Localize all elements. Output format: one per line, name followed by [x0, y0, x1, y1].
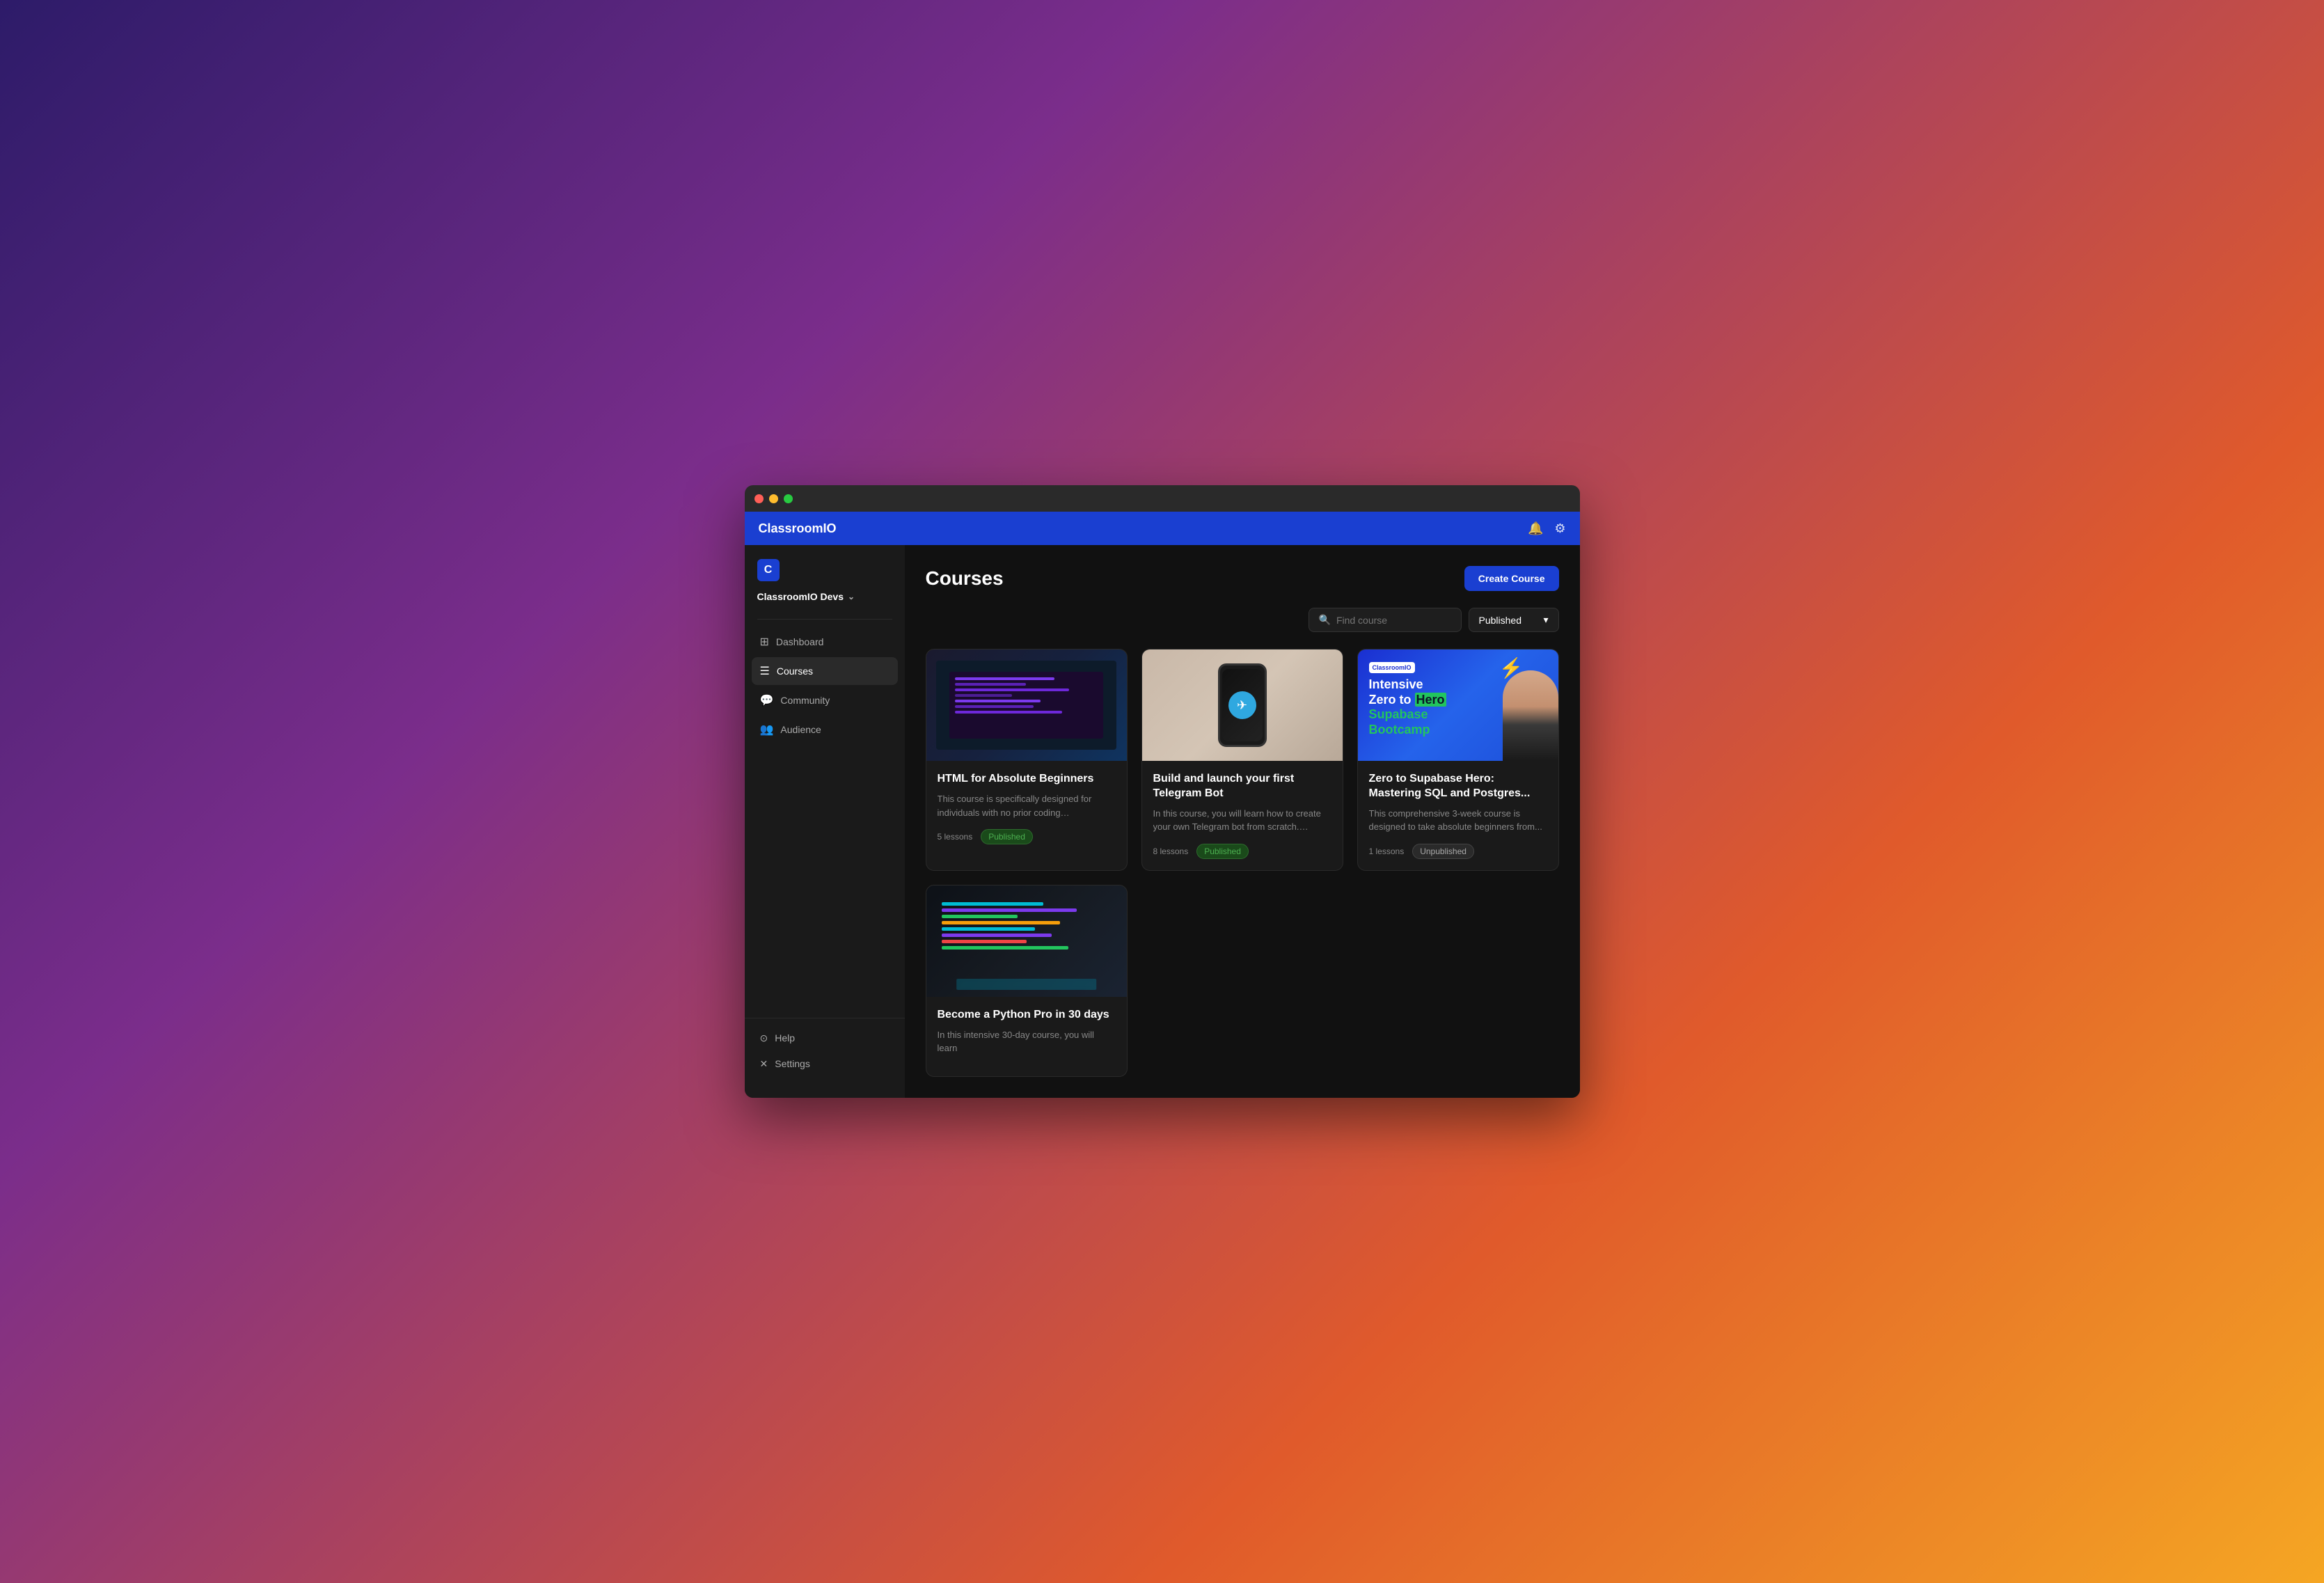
lessons-count: 8 lessons	[1153, 846, 1189, 856]
person-silhouette	[1503, 670, 1558, 761]
search-icon: 🔍	[1319, 614, 1331, 626]
search-input[interactable]	[1336, 615, 1451, 626]
page-header: Courses Create Course	[926, 566, 1559, 591]
notification-icon[interactable]: 🔔	[1528, 521, 1543, 536]
sidebar-brand: C	[745, 545, 905, 588]
main-content: Courses Create Course 🔍 Published ▾	[905, 545, 1580, 1097]
search-row: 🔍 Published ▾	[926, 608, 1559, 632]
course-meta: 8 lessons Published	[1153, 844, 1331, 859]
status-badge: Unpublished	[1412, 844, 1474, 859]
course-card-supabase[interactable]: ClassroomIO IntensiveZero to Hero Supaba…	[1357, 649, 1559, 871]
sidebar: C ClassroomIO Devs ⌄ ⊞ Dashboard ☰ Cours…	[745, 545, 905, 1097]
chevron-down-icon: ▾	[1543, 614, 1548, 626]
courses-grid: HTML for Absolute Beginners This course …	[926, 649, 1559, 1076]
glasses-reflection	[956, 979, 1097, 990]
course-title: HTML for Absolute Beginners	[938, 772, 1116, 787]
search-box[interactable]: 🔍	[1309, 608, 1462, 632]
course-title: Build and launch your first Telegram Bot	[1153, 772, 1331, 801]
course-card-telegram[interactable]: ✈ Build and launch your first Telegram B…	[1141, 649, 1343, 871]
course-body: Build and launch your first Telegram Bot…	[1142, 761, 1343, 870]
code-display	[936, 897, 1116, 986]
settings-nav-icon: ✕	[760, 1058, 768, 1070]
lessons-count: 1 lessons	[1369, 846, 1405, 856]
app-body: C ClassroomIO Devs ⌄ ⊞ Dashboard ☰ Cours…	[745, 545, 1580, 1097]
dashboard-label: Dashboard	[776, 636, 824, 647]
app-header: ClassroomIO 🔔 ⚙	[745, 512, 1580, 545]
course-description: This course is specifically designed for…	[938, 792, 1116, 819]
course-thumbnail-html	[926, 649, 1127, 761]
sidebar-item-audience[interactable]: 👥 Audience	[752, 716, 898, 743]
brand-icon: C	[757, 559, 780, 581]
app-window: ClassroomIO 🔔 ⚙ C ClassroomIO Devs ⌄ ⊞	[745, 485, 1580, 1097]
nav-menu: ⊞ Dashboard ☰ Courses 💬 Community 👥 Audi…	[745, 625, 905, 1010]
minimize-button[interactable]	[769, 494, 778, 503]
create-course-button[interactable]: Create Course	[1464, 566, 1559, 591]
help-icon: ⊙	[760, 1032, 768, 1044]
community-label: Community	[780, 695, 830, 706]
course-title: Zero to Supabase Hero: Mastering SQL and…	[1369, 772, 1547, 801]
supabase-logo: ClassroomIO	[1369, 662, 1415, 673]
org-chevron-icon: ⌄	[848, 592, 855, 601]
header-actions: 🔔 ⚙	[1528, 521, 1566, 536]
sidebar-item-dashboard[interactable]: ⊞ Dashboard	[752, 628, 898, 656]
sidebar-item-settings[interactable]: ✕ Settings	[752, 1051, 898, 1077]
page-title: Courses	[926, 567, 1004, 590]
sidebar-bottom: ⊙ Help ✕ Settings	[745, 1018, 905, 1084]
audience-label: Audience	[780, 724, 821, 735]
community-icon: 💬	[760, 693, 774, 707]
org-selector[interactable]: ClassroomIO Devs ⌄	[745, 588, 905, 613]
status-filter-dropdown[interactable]: Published ▾	[1469, 608, 1559, 632]
maximize-button[interactable]	[784, 494, 793, 503]
sidebar-item-community[interactable]: 💬 Community	[752, 686, 898, 714]
titlebar	[745, 485, 1580, 512]
close-button[interactable]	[754, 494, 764, 503]
dashboard-icon: ⊞	[760, 635, 769, 649]
course-meta: 5 lessons Published	[938, 829, 1116, 844]
course-title: Become a Python Pro in 30 days	[938, 1008, 1116, 1023]
course-meta: 1 lessons Unpublished	[1369, 844, 1547, 859]
sidebar-item-courses[interactable]: ☰ Courses	[752, 657, 898, 685]
org-name: ClassroomIO Devs	[757, 591, 844, 602]
app-logo: ClassroomIO	[759, 521, 837, 536]
audience-icon: 👥	[760, 723, 774, 737]
course-thumbnail-supabase: ClassroomIO IntensiveZero to Hero Supaba…	[1358, 649, 1558, 761]
sidebar-item-help[interactable]: ⊙ Help	[752, 1025, 898, 1051]
course-description: This comprehensive 3-week course is desi…	[1369, 807, 1547, 834]
help-label: Help	[775, 1032, 795, 1043]
course-thumbnail-python	[926, 885, 1127, 997]
course-card-html[interactable]: HTML for Absolute Beginners This course …	[926, 649, 1128, 871]
course-body: Become a Python Pro in 30 days In this i…	[926, 997, 1127, 1076]
courses-label: Courses	[777, 666, 813, 677]
course-thumbnail-telegram: ✈	[1142, 649, 1343, 761]
sidebar-divider	[757, 619, 892, 620]
supabase-heading: IntensiveZero to Hero SupabaseBootcamp	[1369, 677, 1446, 737]
lessons-count: 5 lessons	[938, 832, 973, 842]
courses-icon: ☰	[760, 664, 770, 678]
course-body: Zero to Supabase Hero: Mastering SQL and…	[1358, 761, 1558, 870]
filter-label: Published	[1479, 615, 1522, 626]
settings-icon[interactable]: ⚙	[1554, 521, 1565, 536]
course-description: In this course, you will learn how to cr…	[1153, 807, 1331, 834]
status-badge: Published	[1196, 844, 1249, 859]
course-description: In this intensive 30-day course, you wil…	[938, 1028, 1116, 1055]
settings-label: Settings	[775, 1058, 810, 1069]
phone-image: ✈	[1218, 663, 1267, 747]
course-body: HTML for Absolute Beginners This course …	[926, 761, 1127, 856]
status-badge: Published	[981, 829, 1033, 844]
course-card-python[interactable]: Become a Python Pro in 30 days In this i…	[926, 885, 1128, 1077]
